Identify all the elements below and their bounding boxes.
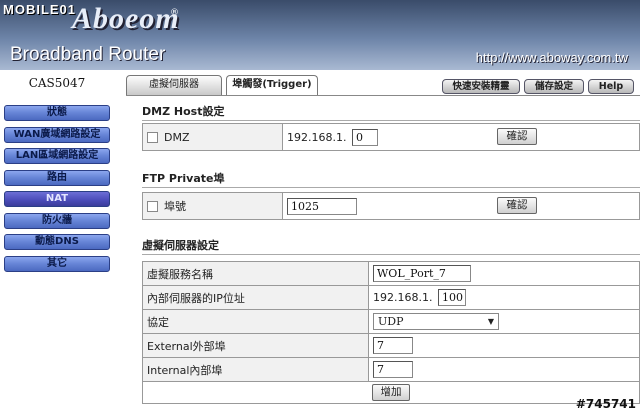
dmz-ip-cell: 192.168.1. 0 確認 <box>282 123 640 151</box>
brand-logo: Aboeom <box>72 2 180 35</box>
external-port-cell: 7 <box>368 333 640 358</box>
tab-virtual-server[interactable]: 虛擬伺服器 <box>126 75 222 95</box>
dmz-confirm-button[interactable]: 確認 <box>497 128 537 145</box>
ftp-port-cell: 1025 確認 <box>282 192 640 220</box>
dmz-table: DMZ 192.168.1. 0 確認 <box>142 123 640 151</box>
virtual-server-table: 虛擬服務名稱 WOL_Port_7 內部伺服器的IP位址 192.168.1. … <box>142 261 640 404</box>
quick-setup-button[interactable]: 快速安裝精靈 <box>442 79 520 94</box>
sidebar-item-ddns[interactable]: 動態DNS <box>4 234 110 250</box>
service-name-cell: WOL_Port_7 <box>368 261 640 286</box>
protocol-label: 協定 <box>142 309 369 334</box>
ftp-section-title: FTP Private埠 <box>142 172 225 185</box>
add-row-cell: 增加 <box>142 381 640 404</box>
sidebar-item-lan[interactable]: LAN區域網路設定 <box>4 148 110 164</box>
ftp-checkbox-label: 埠號 <box>164 200 186 213</box>
ftp-checkbox[interactable] <box>147 200 158 212</box>
save-settings-button[interactable]: 儲存設定 <box>524 79 584 94</box>
sidebar-item-firewall[interactable]: 防火牆 <box>4 212 110 229</box>
sidebar-item-nat[interactable]: NAT <box>4 191 110 207</box>
dmz-toggle-cell: DMZ <box>142 123 283 151</box>
protocol-value: UDP <box>378 315 404 328</box>
sidebar-item-wan[interactable]: WAN廣域網路設定 <box>4 126 110 143</box>
internal-port-label: Internal內部埠 <box>142 357 369 382</box>
add-button[interactable]: 增加 <box>372 384 410 401</box>
divider <box>142 120 640 121</box>
server-ip-prefix: 192.168.1. <box>373 291 433 304</box>
table-row: Internal內部埠 7 <box>142 357 640 382</box>
registered-mark: ® <box>170 8 179 18</box>
dmz-ip-prefix: 192.168.1. <box>287 130 347 144</box>
divider <box>142 254 640 255</box>
table-row: 增加 <box>142 381 640 404</box>
watermark-id: #745741 <box>575 397 636 411</box>
tab-port-trigger[interactable]: 埠觸發(Trigger) <box>226 75 318 95</box>
ftp-toggle-cell: 埠號 <box>142 192 283 220</box>
server-ip-label: 內部伺服器的IP位址 <box>142 285 369 310</box>
table-row: 協定 UDP ▼ <box>142 309 640 334</box>
help-button[interactable]: Help <box>588 79 634 94</box>
service-name-input[interactable]: WOL_Port_7 <box>373 265 471 282</box>
table-row: 虛擬服務名稱 WOL_Port_7 <box>142 261 640 286</box>
ftp-port-input[interactable]: 1025 <box>287 197 357 215</box>
table-row: 內部伺服器的IP位址 192.168.1. 100 <box>142 285 640 310</box>
divider <box>142 187 640 188</box>
dmz-checkbox[interactable] <box>147 131 158 143</box>
protocol-cell: UDP ▼ <box>368 309 640 334</box>
dmz-checkbox-label: DMZ <box>164 130 190 144</box>
sidebar-item-routing[interactable]: 路由 <box>4 169 110 186</box>
ftp-table: 埠號 1025 確認 <box>142 192 640 220</box>
header-banner: MOBILE01 Aboeom ® Broadband Router http:… <box>0 0 640 70</box>
virtual-server-section-title: 虛擬伺服器設定 <box>142 239 219 252</box>
sidebar-item-other[interactable]: 其它 <box>4 255 110 272</box>
table-row: 埠號 1025 確認 <box>142 192 640 220</box>
product-name: Broadband Router <box>10 44 166 65</box>
external-port-input[interactable]: 7 <box>373 337 413 354</box>
internal-port-input[interactable]: 7 <box>373 361 413 378</box>
main-content: 虛擬伺服器 埠觸發(Trigger) 快速安裝精靈 儲存設定 Help DMZ … <box>126 70 640 413</box>
server-ip-cell: 192.168.1. 100 <box>368 285 640 310</box>
dmz-ip-input[interactable]: 0 <box>351 128 378 146</box>
external-port-label: External外部埠 <box>142 333 369 358</box>
server-ip-input[interactable]: 100 <box>437 289 466 306</box>
table-row: External外部埠 7 <box>142 333 640 358</box>
settings-panel: DMZ Host設定 DMZ 192.168.1. 0 確認 FTP Priva… <box>126 95 640 413</box>
vendor-url: http://www.aboway.com.tw <box>475 50 628 65</box>
protocol-select[interactable]: UDP ▼ <box>373 313 499 330</box>
table-row: DMZ 192.168.1. 0 確認 <box>142 123 640 151</box>
sidebar-nav: 狀態 WAN廣域網路設定 LAN區域網路設定 路由 NAT 防火牆 動態DNS … <box>4 105 110 277</box>
sidebar: CAS5047 狀態 WAN廣域網路設定 LAN區域網路設定 路由 NAT 防火… <box>0 70 114 413</box>
sidebar-item-status[interactable]: 狀態 <box>4 105 110 121</box>
watermark-brand: MOBILE01 <box>3 2 77 17</box>
ftp-confirm-button[interactable]: 確認 <box>497 197 537 214</box>
internal-port-cell: 7 <box>368 357 640 382</box>
dmz-section-title: DMZ Host設定 <box>142 105 225 118</box>
service-name-label: 虛擬服務名稱 <box>142 261 369 286</box>
chevron-down-icon: ▼ <box>487 317 494 326</box>
model-name: CAS5047 <box>28 76 86 90</box>
